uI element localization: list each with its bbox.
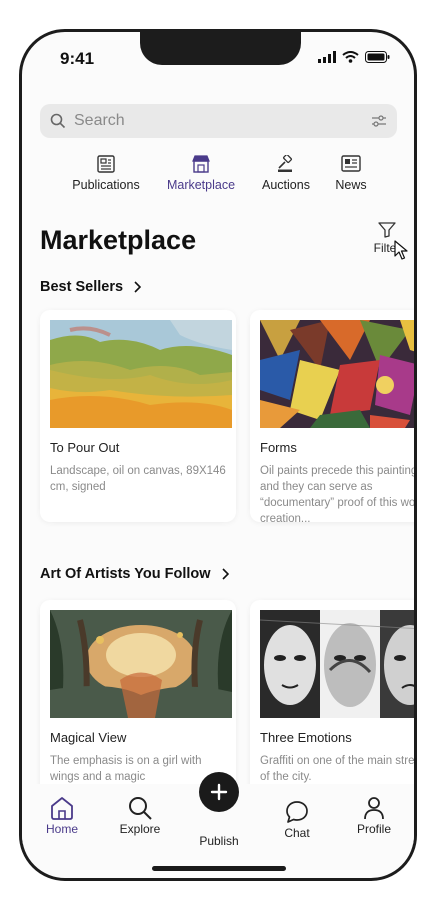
artwork-image (260, 610, 414, 718)
artwork-card[interactable]: Forms Oil paints precede this painting, … (250, 310, 414, 525)
person-icon (364, 797, 384, 820)
wifi-icon (342, 51, 359, 63)
store-icon (192, 155, 210, 173)
search-bar[interactable]: Search (40, 104, 397, 138)
chevron-right-icon (221, 568, 229, 580)
battery-icon (365, 51, 390, 63)
signal-icon (318, 51, 336, 63)
artwork-card[interactable]: Three Emotions Graffiti on one of the ma… (250, 600, 414, 812)
page-title: Marketplace (40, 225, 197, 255)
tab-label: Publications (72, 178, 140, 192)
status-time: 9:41 (60, 49, 95, 68)
tab-label: Explore (119, 822, 161, 836)
tab-news[interactable]: News (328, 155, 374, 192)
mouse-cursor-icon (394, 240, 408, 260)
tab-label: Home (45, 822, 78, 836)
chat-bubble-icon (286, 801, 308, 823)
newspaper-icon (97, 155, 115, 173)
tab-publications[interactable]: Publications (70, 155, 142, 192)
section-title: Art Of Artists You Follow (40, 566, 211, 582)
search-icon (50, 113, 66, 129)
section-best-sellers[interactable]: Best Sellers (40, 279, 142, 295)
artwork-image (50, 610, 232, 718)
tab-label: Chat (284, 826, 310, 840)
artwork-card[interactable]: To Pour Out Landscape, oil on canvas, 89… (40, 310, 236, 522)
search-input[interactable]: Search (74, 112, 371, 130)
funnel-icon (378, 222, 396, 238)
home-icon (51, 797, 73, 820)
news-icon (341, 155, 361, 172)
section-title: Best Sellers (40, 279, 124, 295)
search-icon (129, 797, 152, 820)
tab-label: Profile (356, 822, 391, 836)
publish-label: Publish (199, 834, 239, 848)
category-tabs: Publications Marketplace Auctions News (22, 155, 414, 197)
tab-explore[interactable]: Explore (116, 794, 164, 836)
artwork-title: Three Emotions (260, 730, 352, 745)
tab-profile[interactable]: Profile (350, 794, 398, 836)
phone-frame: 9:41 Search Publications Marketplace Auc… (19, 29, 417, 881)
publish-button[interactable] (199, 772, 239, 812)
artwork-image (50, 320, 232, 428)
artwork-title: To Pour Out (50, 440, 120, 455)
home-indicator (152, 866, 286, 871)
artwork-title: Forms (260, 440, 297, 455)
tab-chat[interactable]: Chat (276, 798, 318, 840)
plus-icon (210, 783, 228, 801)
tab-label: Auctions (262, 178, 310, 192)
tab-label: Marketplace (166, 178, 236, 192)
artwork-title: Magical View (50, 730, 127, 745)
artwork-description: Landscape, oil on canvas, 89X146 cm, sig… (50, 465, 226, 493)
sliders-icon[interactable] (371, 114, 387, 128)
tab-auctions[interactable]: Auctions (256, 155, 316, 192)
gavel-icon (278, 155, 292, 172)
notch (140, 32, 301, 65)
artwork-description: Oil paints precede this painting, and th… (260, 465, 417, 525)
tab-marketplace[interactable]: Marketplace (162, 155, 240, 192)
status-icons (318, 51, 390, 63)
chevron-right-icon (134, 281, 142, 293)
tab-home[interactable]: Home (40, 794, 84, 836)
artwork-image (260, 320, 414, 428)
tab-label: News (335, 178, 367, 192)
section-following[interactable]: Art Of Artists You Follow (40, 566, 229, 582)
